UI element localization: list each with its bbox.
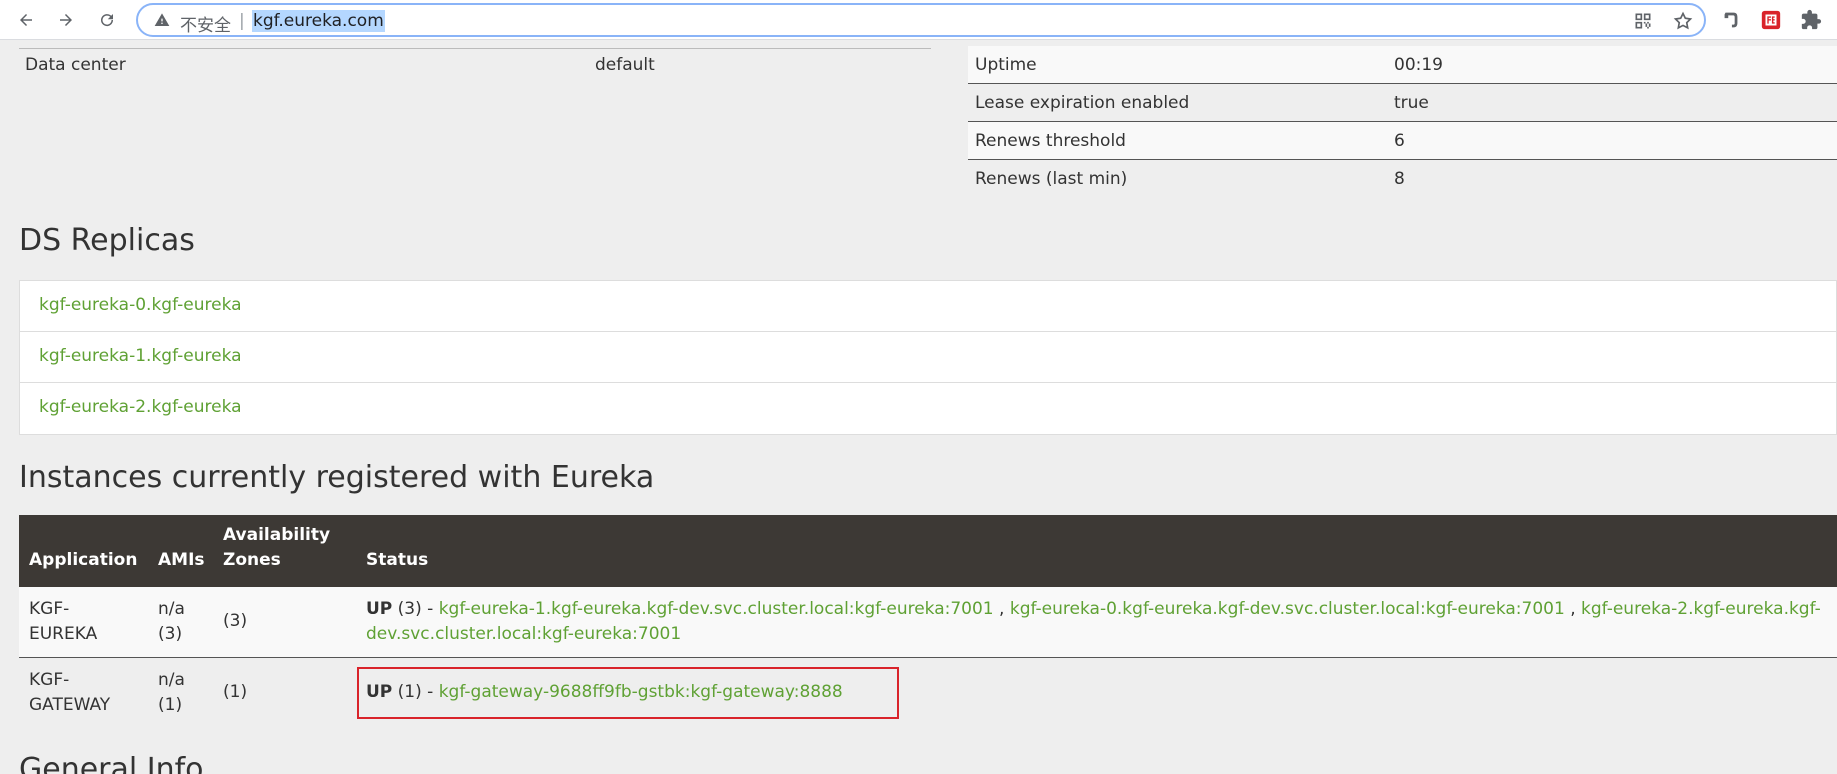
replica-link[interactable]: kgf-eureka-2.kgf-eureka <box>39 397 242 417</box>
table-header: Application AMIs Availability Zones Stat… <box>19 515 1837 587</box>
column-header-application: Application <box>29 550 138 570</box>
info-row-uptime: Uptime 00:19 <box>968 46 1837 84</box>
ami-value-line2: (1) <box>158 695 183 715</box>
status-count: (3) - <box>392 599 439 619</box>
link-separator: , <box>993 599 1010 619</box>
column-header-zones-line1: Availability <box>223 525 331 545</box>
evernote-extension-icon[interactable] <box>1720 9 1742 31</box>
url-text[interactable]: kgf.eureka.com <box>252 10 385 32</box>
eureka-dashboard: Data center default Uptime 00:19 Lease e… <box>0 40 1837 774</box>
column-header-status: Status <box>366 550 429 570</box>
status-state: UP <box>366 599 393 619</box>
list-item: kgf-eureka-1.kgf-eureka <box>20 332 1836 383</box>
qr-code-icon[interactable] <box>1633 11 1653 31</box>
forward-icon[interactable] <box>52 6 80 34</box>
ami-value-line2: (3) <box>158 624 183 644</box>
ds-replicas-heading: DS Replicas <box>19 223 195 258</box>
info-key: Uptime <box>975 55 1037 75</box>
table-row: KGF- EUREKA n/a (3) (3) UP (3) - kgf-eur… <box>19 587 1837 658</box>
browser-toolbar: 不安全 | kgf.eureka.com <box>0 0 1837 40</box>
column-header-amis: AMIs <box>158 550 205 570</box>
extensions-puzzle-icon[interactable] <box>1800 9 1822 31</box>
info-key: Lease expiration enabled <box>975 93 1190 113</box>
status-info-table: Uptime 00:19 Lease expiration enabled tr… <box>968 46 1837 198</box>
warning-icon[interactable] <box>154 12 170 28</box>
instance-link-part2[interactable]: dev.svc.cluster.local:kgf-eureka:7001 <box>366 624 681 644</box>
list-item: kgf-eureka-0.kgf-eureka <box>20 281 1836 332</box>
highlight-box <box>357 667 899 719</box>
instance-link-part1[interactable]: kgf-eureka-2.kgf-eureka.kgf- <box>1581 599 1821 619</box>
replica-link[interactable]: kgf-eureka-1.kgf-eureka <box>39 346 242 366</box>
info-value: 00:19 <box>1394 55 1443 75</box>
instance-link[interactable]: kgf-eureka-1.kgf-eureka.kgf-dev.svc.clus… <box>439 599 994 619</box>
ds-replicas-list: kgf-eureka-0.kgf-eureka kgf-eureka-1.kgf… <box>19 280 1837 435</box>
table-row: KGF- GATEWAY n/a (1) (1) UP (1) - kgf-ga… <box>19 658 1837 729</box>
application-name-line1: KGF- <box>29 599 70 619</box>
column-header-zones-line2: Zones <box>223 550 281 570</box>
info-key: Renews threshold <box>975 131 1126 151</box>
replica-link[interactable]: kgf-eureka-0.kgf-eureka <box>39 295 242 315</box>
ami-value-line1: n/a <box>158 670 185 690</box>
list-item: kgf-eureka-2.kgf-eureka <box>20 383 1836 434</box>
data-center-value: default <box>595 55 655 75</box>
bookmark-star-icon[interactable] <box>1673 11 1693 31</box>
info-value: 8 <box>1394 169 1405 189</box>
data-center-label: Data center <box>25 55 126 75</box>
security-separator: | <box>239 11 245 31</box>
info-row-renews-last-min: Renews (last min) 8 <box>968 160 1837 198</box>
zones-value: (3) <box>223 611 248 631</box>
instances-table: Application AMIs Availability Zones Stat… <box>19 515 1837 729</box>
reload-icon[interactable] <box>93 6 121 34</box>
info-key: Renews (last min) <box>975 169 1128 189</box>
instance-link[interactable]: kgf-eureka-0.kgf-eureka.kgf-dev.svc.clus… <box>1010 599 1565 619</box>
application-name-line2: EUREKA <box>29 624 98 644</box>
data-center-row: Data center default <box>19 48 931 80</box>
info-value: true <box>1394 93 1429 113</box>
application-name-line2: GATEWAY <box>29 695 111 715</box>
info-row-renews-threshold: Renews threshold 6 <box>968 122 1837 160</box>
back-icon[interactable] <box>12 6 40 34</box>
instances-heading: Instances currently registered with Eure… <box>19 460 655 495</box>
status-line1: UP (3) - kgf-eureka-1.kgf-eureka.kgf-dev… <box>366 597 1826 622</box>
ami-value-line1: n/a <box>158 599 185 619</box>
link-separator: , <box>1564 599 1582 619</box>
address-bar[interactable]: 不安全 | kgf.eureka.com <box>136 3 1706 37</box>
security-label[interactable]: 不安全 <box>180 11 231 36</box>
status-line2: dev.svc.cluster.local:kgf-eureka:7001 <box>366 622 681 647</box>
info-value: 6 <box>1394 131 1405 151</box>
general-info-heading: General Info <box>19 752 204 774</box>
info-row-lease-expiration: Lease expiration enabled true <box>968 84 1837 122</box>
fe-helper-extension-icon[interactable] <box>1760 9 1782 31</box>
application-name-line1: KGF- <box>29 670 70 690</box>
zones-value: (1) <box>223 682 248 702</box>
